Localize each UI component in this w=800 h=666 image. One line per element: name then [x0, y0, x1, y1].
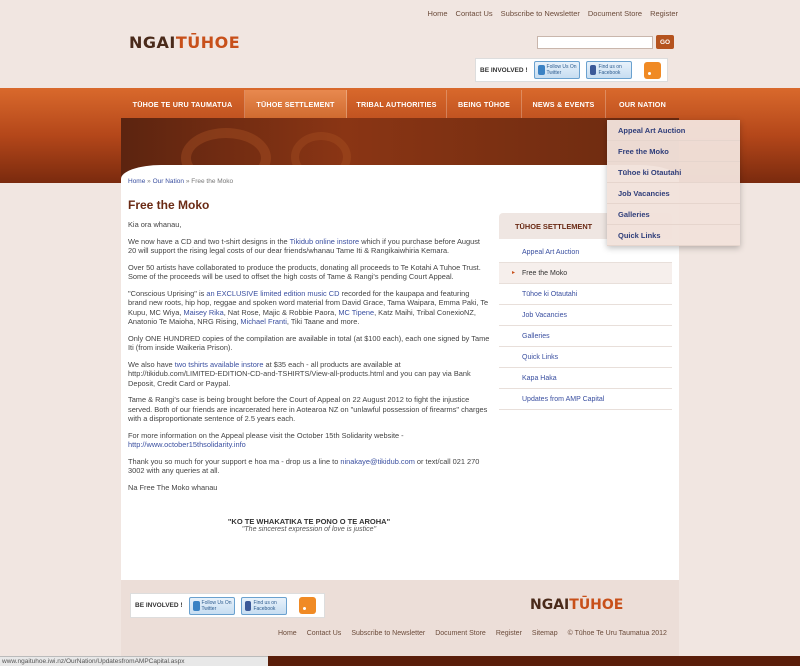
nav-tribal-authorities[interactable]: TRIBAL AUTHORITIES — [347, 90, 447, 118]
our-nation-dropdown: Appeal Art Auction Free the Moko Tūhoe k… — [607, 120, 740, 246]
facebook-icon — [589, 65, 597, 75]
paragraph: "Conscious Uprising" is an EXCLUSIVE lim… — [128, 288, 489, 327]
maisey-rika-link[interactable]: Maisey Rika — [183, 308, 223, 317]
solidarity-link[interactable]: http://www.october15thsolidarity.info — [128, 440, 246, 449]
footer-link-sitemap[interactable]: Sitemap — [532, 630, 558, 637]
sidebar-menu: Appeal Art Auction Free the Moko Tūhoe k… — [499, 242, 672, 410]
footer-link-newsletter[interactable]: Subscribe to Newsletter — [351, 630, 425, 637]
footer-links: Home Contact Us Subscribe to Newsletter … — [278, 630, 677, 637]
dropdown-item-job-vacancies[interactable]: Job Vacancies — [607, 183, 740, 204]
social-strip: BE INVOLVED ! Follow Us On Twitter Find … — [475, 58, 668, 82]
sidebar-item-tuhoe-ki-otautahi[interactable]: Tūhoe ki Otautahi — [499, 284, 672, 305]
facebook-button[interactable]: Find us on Facebook — [240, 596, 287, 615]
breadcrumb-home[interactable]: Home — [128, 178, 145, 185]
copyright: © Tūhoe Te Uru Taumatua 2012 — [567, 630, 667, 637]
breadcrumb-current: Free the Moko — [191, 178, 234, 185]
top-link-register[interactable]: Register — [650, 9, 678, 18]
top-link-contact[interactable]: Contact Us — [456, 9, 493, 18]
sidebar-item-updates-amp-capital[interactable]: Updates from AMP Capital — [499, 389, 672, 410]
breadcrumb: Home » Our Nation » Free the Moko — [128, 178, 234, 185]
paragraph: Kia ora whanau, — [128, 220, 182, 229]
dropdown-item-quick-links[interactable]: Quick Links — [607, 225, 740, 246]
dropdown-item-galleries[interactable]: Galleries — [607, 204, 740, 225]
sidebar-item-quick-links[interactable]: Quick Links — [499, 347, 672, 368]
quote-maori: "KO TE WHAKATIKA TE PONO O TE AROHA" — [227, 517, 391, 526]
sidebar-item-kapa-haka[interactable]: Kapa Haka — [499, 368, 672, 389]
search-input[interactable] — [537, 36, 653, 49]
paragraph: Tame & Rangi's case is being brought bef… — [128, 395, 488, 423]
twitter-icon — [537, 65, 545, 75]
quote-english: "The sincerest expression of love is jus… — [241, 526, 377, 533]
footer-link-document-store[interactable]: Document Store — [435, 630, 486, 637]
twitter-button[interactable]: Follow Us On Twitter — [533, 61, 580, 79]
dropdown-item-free-the-moko[interactable]: Free the Moko — [607, 141, 740, 162]
top-link-newsletter[interactable]: Subscribe to Newsletter — [501, 9, 580, 18]
paragraph: We now have a CD and two t-shirt designs… — [128, 236, 480, 256]
sidebar-item-galleries[interactable]: Galleries — [499, 326, 672, 347]
sidebar-item-free-the-moko[interactable]: Free the Moko — [499, 263, 672, 284]
nav-our-nation[interactable]: OUR NATION — [606, 90, 679, 118]
quote: "KO TE WHAKATIKA TE PONO O TE AROHA" "Th… — [128, 517, 490, 533]
paragraph: For more information on the Appeal pleas… — [128, 430, 404, 450]
breadcrumb-our-nation[interactable]: Our Nation — [153, 178, 184, 185]
nav-tuhoe-settlement[interactable]: TŪHOE SETTLEMENT — [245, 90, 347, 118]
paragraph: Thank you so much for your support e hoa… — [128, 456, 480, 476]
top-link-home[interactable]: Home — [428, 9, 448, 18]
footer-link-contact[interactable]: Contact Us — [307, 630, 342, 637]
paragraph: Over 50 artists have collaborated to pro… — [128, 262, 481, 282]
nav-tuhoe-te-uru-taumatua[interactable]: TŪHOE TE URU TAUMATUA — [121, 90, 245, 118]
exclusive-cd-link[interactable]: an EXCLUSIVE limited edition music CD — [206, 289, 339, 298]
dropdown-item-appeal-art-auction[interactable]: Appeal Art Auction — [607, 120, 740, 141]
michael-franti-link[interactable]: Michael Franti — [240, 317, 286, 326]
dropdown-item-tuhoe-ki-otautahi[interactable]: Tūhoe ki Otautahi — [607, 162, 740, 183]
status-bar-url: www.ngaituhoe.iwi.nz/OurNation/Updatesfr… — [0, 656, 268, 666]
paragraph: Only ONE HUNDRED copies of the compilati… — [128, 333, 490, 353]
nav-news-events[interactable]: NEWS & EVENTS — [522, 90, 606, 118]
tikidub-instore-link[interactable]: Tikidub online instore — [290, 237, 360, 246]
rss-icon[interactable] — [643, 61, 661, 79]
footer-logo[interactable]: NGAITŪHOE — [530, 597, 623, 613]
top-link-document-store[interactable]: Document Store — [588, 9, 642, 18]
article-body: Kia ora whanau, We now have a CD and two… — [128, 220, 490, 499]
top-links: Home Contact Us Subscribe to Newsletter … — [420, 9, 678, 18]
tshirts-link[interactable]: two tshirts available instore — [175, 360, 264, 369]
site-logo[interactable]: NGAITŪHOE — [129, 33, 240, 52]
bottom-bar — [268, 656, 800, 666]
footer-social-strip: BE INVOLVED ! Follow Us On Twitter Find … — [130, 593, 325, 618]
rss-icon[interactable] — [298, 597, 316, 614]
email-link[interactable]: ninakaye@tikidub.com — [340, 457, 414, 466]
paragraph: Na Free The Moko whanau — [128, 482, 218, 492]
footer-link-home[interactable]: Home — [278, 630, 297, 637]
mc-tipene-link[interactable]: MC Tipene — [338, 308, 374, 317]
main-nav: TŪHOE TE URU TAUMATUA TŪHOE SETTLEMENT T… — [121, 90, 679, 118]
twitter-icon — [192, 600, 200, 611]
be-involved-label: BE INVOLVED ! — [480, 66, 528, 74]
nav-being-tuhoe[interactable]: BEING TŪHOE — [447, 90, 522, 118]
facebook-icon — [244, 600, 252, 611]
sidebar-item-job-vacancies[interactable]: Job Vacancies — [499, 305, 672, 326]
page-title: Free the Moko — [128, 198, 210, 212]
footer-link-register[interactable]: Register — [496, 630, 522, 637]
facebook-button[interactable]: Find us on Facebook — [585, 61, 632, 79]
search-go-button[interactable]: GO — [656, 35, 674, 49]
paragraph: We also have two tshirts available insto… — [128, 359, 471, 388]
twitter-button[interactable]: Follow Us On Twitter — [188, 596, 235, 615]
footer — [121, 580, 679, 656]
be-involved-label: BE INVOLVED ! — [135, 602, 183, 609]
